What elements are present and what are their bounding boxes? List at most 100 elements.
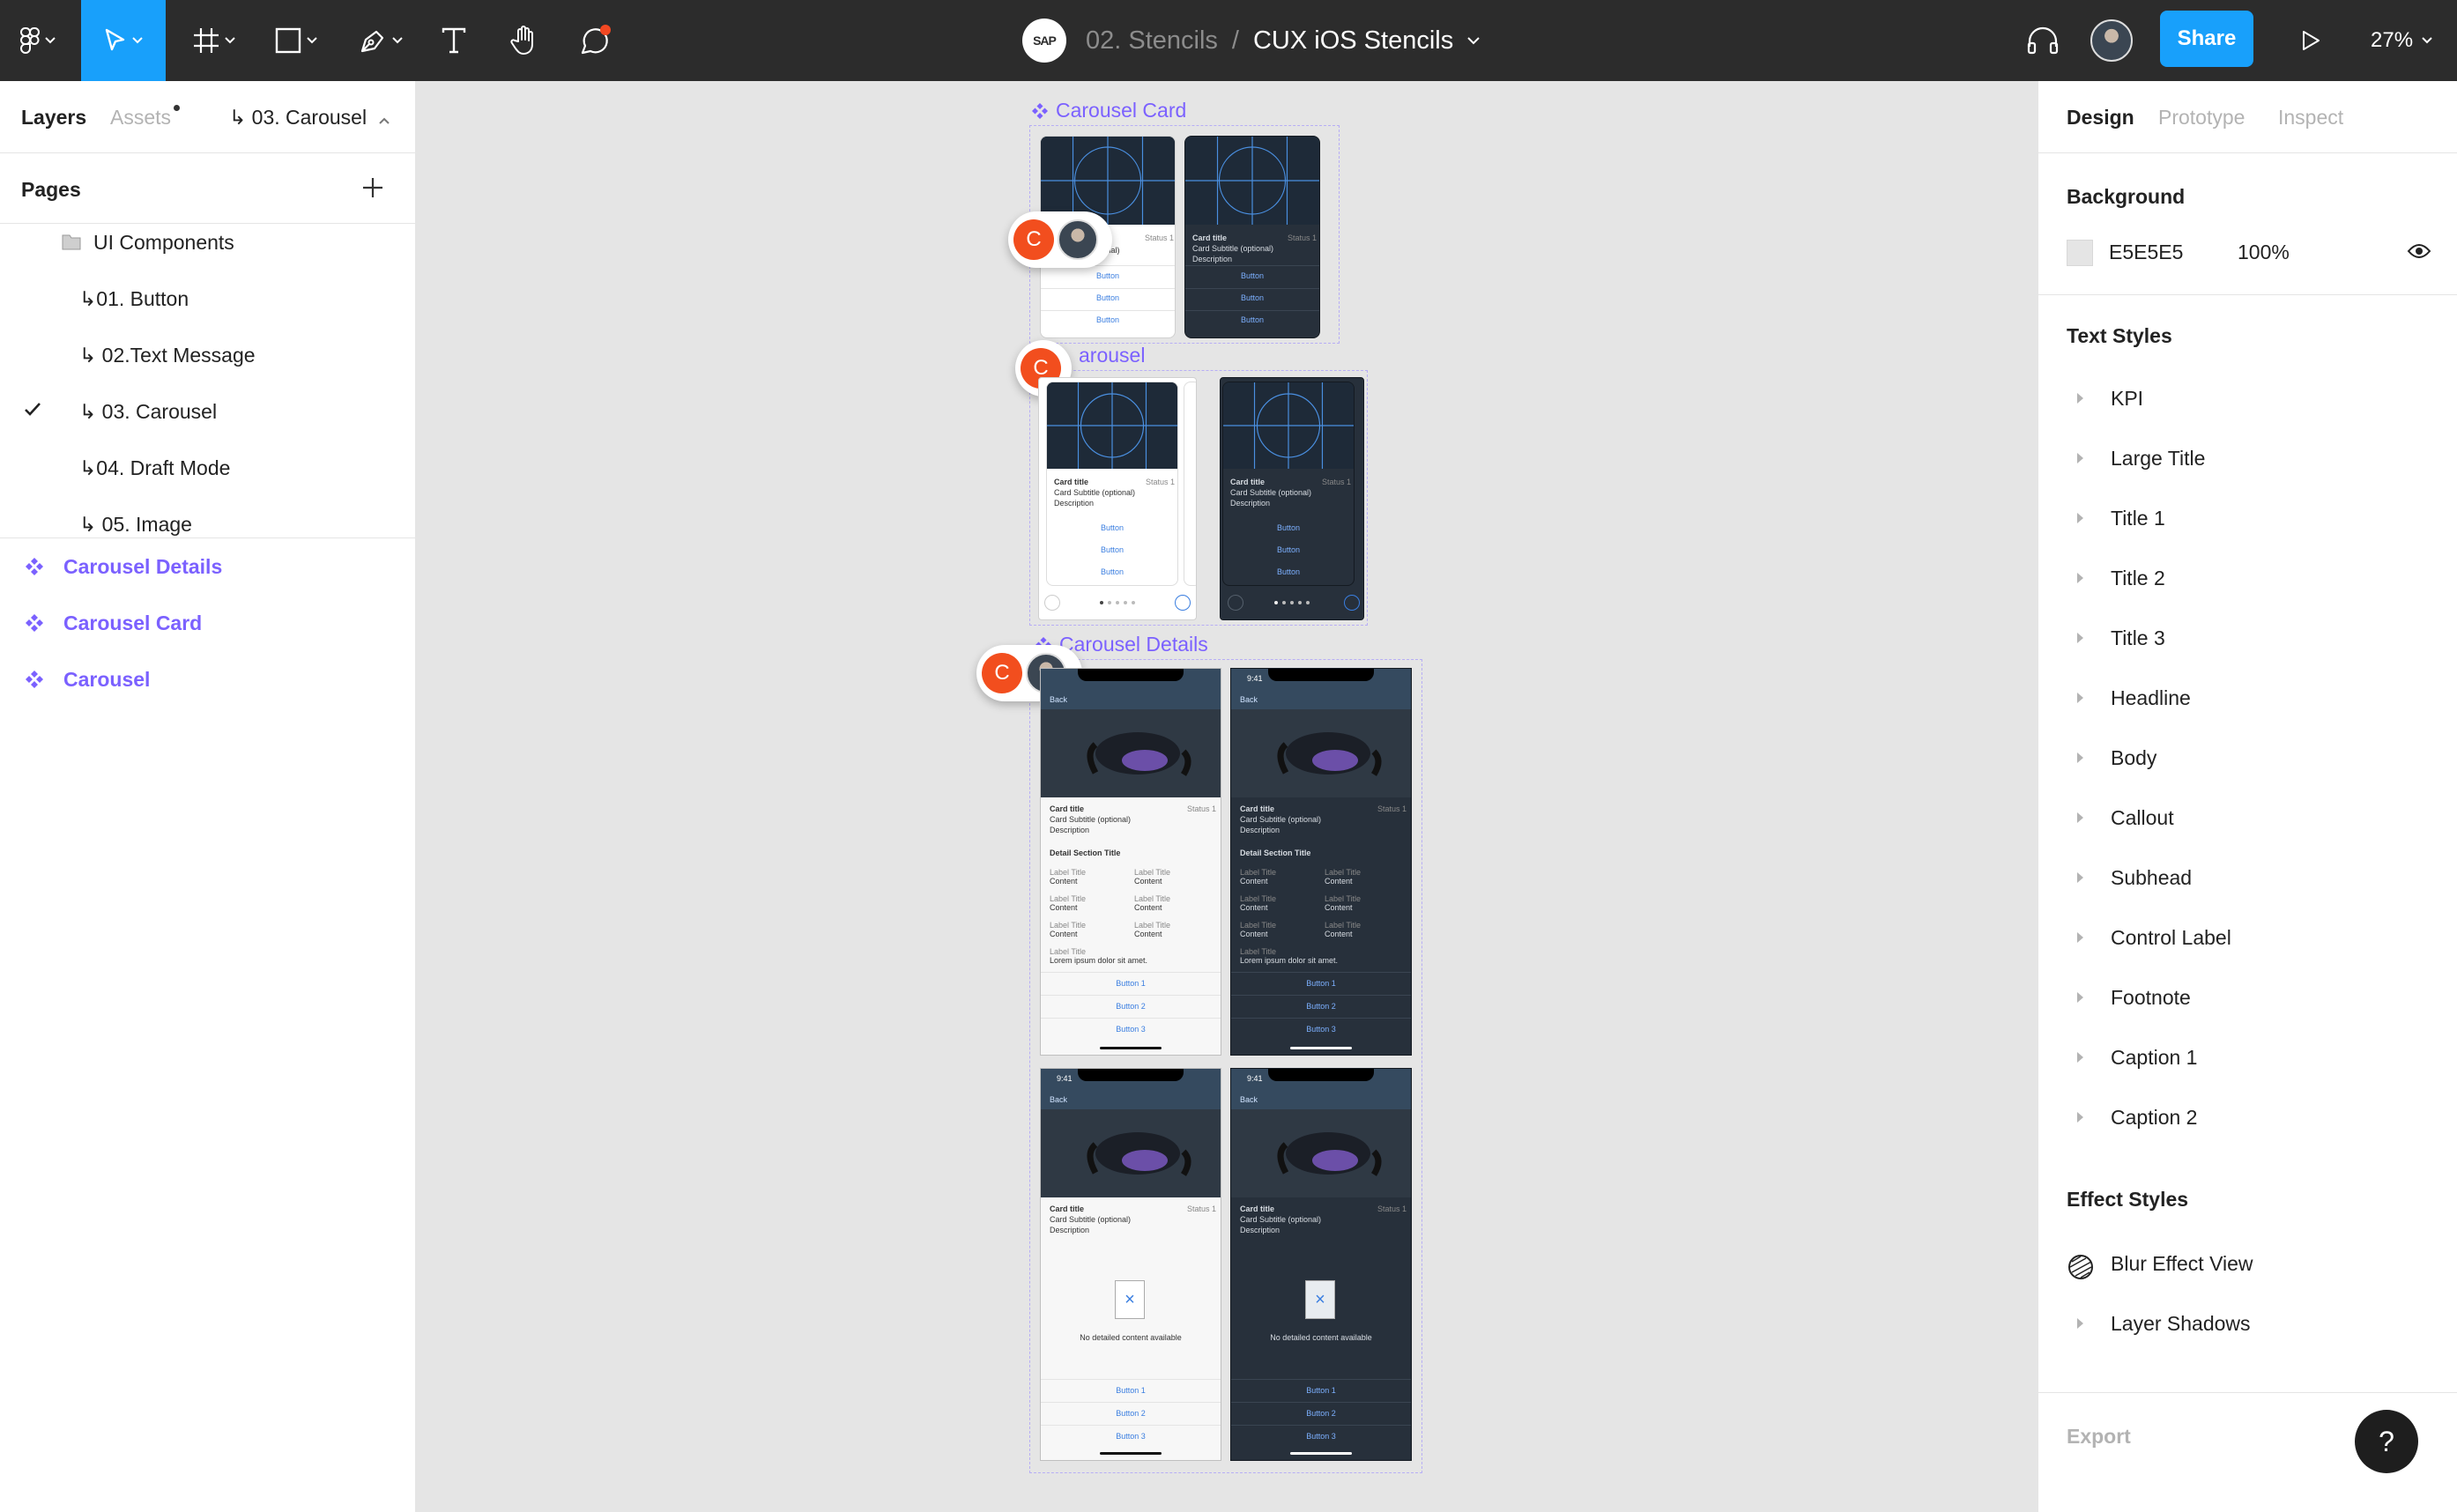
text-style-callout[interactable]: Callout	[2038, 793, 2457, 846]
layer-carousel-details[interactable]: Carousel Details	[0, 539, 416, 596]
text-style-subhead[interactable]: Subhead	[2038, 853, 2457, 906]
main-menu-button[interactable]	[12, 0, 63, 81]
card-button[interactable]: Button	[1223, 523, 1354, 532]
help-button[interactable]: ?	[2355, 1410, 2418, 1473]
card-button[interactable]: Button	[1047, 523, 1177, 532]
tab-design[interactable]: Design	[2067, 106, 2134, 130]
eye-icon[interactable]	[2407, 242, 2431, 260]
effect-style-layer-shadows[interactable]: Layer Shadows	[2038, 1299, 2457, 1352]
page-item-button[interactable]: ↳01. Button	[0, 271, 416, 328]
back-link[interactable]: Back	[1050, 695, 1067, 704]
back-link[interactable]: Back	[1240, 695, 1258, 704]
details-phone-dark[interactable]: 9:41 Back Card title Status 1 Card Subtit…	[1230, 668, 1412, 1056]
audio-button[interactable]	[2023, 0, 2062, 81]
text-style-title-3[interactable]: Title 3	[2038, 613, 2457, 666]
carousel-card-dark[interactable]: Card title Status 1 Card Subtitle (optio…	[1184, 136, 1320, 338]
detail-button-3[interactable]: Button 3	[1231, 1432, 1411, 1441]
card-button[interactable]: Button	[1041, 271, 1175, 280]
product-image	[1231, 709, 1411, 797]
shape-tool-button[interactable]	[264, 0, 328, 81]
share-button[interactable]: Share	[2160, 11, 2253, 67]
detail-button-1[interactable]: Button 1	[1231, 979, 1411, 988]
back-link[interactable]: Back	[1240, 1095, 1258, 1104]
carousel-dark[interactable]: Card title Status 1 Card Subtitle (optio…	[1220, 377, 1364, 620]
carousel-next-button[interactable]	[1175, 595, 1191, 611]
frame-tool-button[interactable]	[183, 0, 245, 81]
text-style-control-label[interactable]: Control Label	[2038, 913, 2457, 966]
effect-style-blur[interactable]: Blur Effect View	[2038, 1239, 2457, 1292]
tab-layers[interactable]: Layers	[21, 106, 86, 130]
page-item-carousel[interactable]: ↳ 03. Carousel	[0, 384, 416, 441]
pen-tool-button[interactable]	[347, 0, 414, 81]
move-tool-button[interactable]	[81, 0, 166, 81]
text-style-large-title[interactable]: Large Title	[2038, 434, 2457, 486]
text-style-footnote[interactable]: Footnote	[2038, 973, 2457, 1026]
current-page-switcher[interactable]: ↳ 03. Carousel	[229, 106, 390, 130]
card-button[interactable]: Button	[1223, 545, 1354, 554]
present-button[interactable]	[2291, 0, 2330, 81]
carousel-next-button[interactable]	[1344, 595, 1360, 611]
text-styles-title: Text Styles	[2067, 324, 2172, 347]
comment-tool-button[interactable]	[573, 0, 617, 81]
user-avatar[interactable]	[2090, 19, 2133, 62]
background-color-swatch[interactable]	[2067, 240, 2093, 266]
add-page-icon[interactable]	[361, 176, 384, 199]
text-style-title-1[interactable]: Title 1	[2038, 493, 2457, 546]
detail-button-1[interactable]: Button 1	[1041, 1386, 1221, 1395]
card-button[interactable]: Button	[1047, 545, 1177, 554]
tab-inspect[interactable]: Inspect	[2278, 106, 2343, 130]
page-item-text-message[interactable]: ↳ 02.Text Message	[0, 328, 416, 384]
detail-button-3[interactable]: Button 3	[1231, 1025, 1411, 1034]
text-style-title-2[interactable]: Title 2	[2038, 553, 2457, 606]
detail-button-2[interactable]: Button 2	[1231, 1409, 1411, 1418]
carousel-light[interactable]: Card title Status 1 Card Subtitle (optio…	[1038, 377, 1197, 620]
zoom-menu[interactable]: 27%	[2371, 0, 2432, 81]
card-button[interactable]: Button	[1041, 315, 1175, 324]
empty-state-text: No detailed content available	[1270, 1333, 1372, 1342]
text-style-kpi[interactable]: KPI	[2038, 374, 2457, 426]
collaborator-initial: C	[982, 653, 1022, 693]
hand-tool-button[interactable]	[504, 0, 545, 81]
back-link[interactable]: Back	[1050, 1095, 1067, 1104]
collaborator-cursor[interactable]: C	[1008, 211, 1112, 268]
details-phone-light-empty[interactable]: 9:41 Back Card title Status 1 Card Subtit…	[1040, 1068, 1221, 1461]
detail-button-3[interactable]: Button 3	[1041, 1432, 1221, 1441]
detail-button-2[interactable]: Button 2	[1041, 1409, 1221, 1418]
frame-label-carousel[interactable]: arousel	[1079, 344, 1145, 367]
details-phone-light[interactable]: Back Card title Status 1 Card Subtitle (…	[1040, 668, 1221, 1056]
card-button[interactable]: Button	[1185, 271, 1319, 280]
background-hex-input[interactable]: E5E5E5	[2109, 241, 2183, 264]
text-style-body[interactable]: Body	[2038, 733, 2457, 786]
tab-assets[interactable]: Assets	[110, 106, 171, 130]
detail-button-3[interactable]: Button 3	[1041, 1025, 1221, 1034]
project-name[interactable]: 02. Stencils	[1086, 26, 1218, 56]
details-phone-dark-empty[interactable]: 9:41 Back Card title Status 1 Card Subtit…	[1230, 1068, 1412, 1461]
tab-prototype[interactable]: Prototype	[2158, 106, 2245, 130]
card-button[interactable]: Button	[1047, 567, 1177, 576]
text-style-caption-1[interactable]: Caption 1	[2038, 1033, 2457, 1086]
file-name[interactable]: CUX iOS Stencils	[1253, 26, 1453, 56]
detail-button-1[interactable]: Button 1	[1231, 1386, 1411, 1395]
detail-button-1[interactable]: Button 1	[1041, 979, 1221, 988]
text-style-headline[interactable]: Headline	[2038, 673, 2457, 726]
card-button[interactable]: Button	[1185, 315, 1319, 324]
detail-button-2[interactable]: Button 2	[1231, 1002, 1411, 1011]
card-button[interactable]: Button	[1223, 567, 1354, 576]
chevron-down-icon[interactable]	[1467, 36, 1480, 45]
card-button[interactable]: Button	[1185, 293, 1319, 302]
layer-carousel[interactable]: Carousel	[0, 652, 416, 708]
design-canvas[interactable]: Carousel Card Status 1 ptional) Button B…	[416, 81, 2038, 1512]
text-tool-button[interactable]	[435, 0, 472, 81]
page-item-ui-components[interactable]: UI Components	[0, 215, 416, 271]
page-item-draft-mode[interactable]: ↳04. Draft Mode	[0, 441, 416, 497]
effect-style-label: Blur Effect View	[2111, 1252, 2253, 1275]
card-status: Status 1	[1377, 804, 1407, 813]
current-page-label: ↳ 03. Carousel	[229, 106, 367, 129]
layer-carousel-card[interactable]: Carousel Card	[0, 596, 416, 652]
background-opacity-input[interactable]: 100%	[2238, 241, 2290, 264]
text-style-caption-2[interactable]: Caption 2	[2038, 1093, 2457, 1145]
card-button[interactable]: Button	[1041, 293, 1175, 302]
label-title: Label Title	[1240, 921, 1277, 930]
detail-button-2[interactable]: Button 2	[1041, 1002, 1221, 1011]
frame-label-carousel-card[interactable]: Carousel Card	[1031, 99, 1186, 122]
